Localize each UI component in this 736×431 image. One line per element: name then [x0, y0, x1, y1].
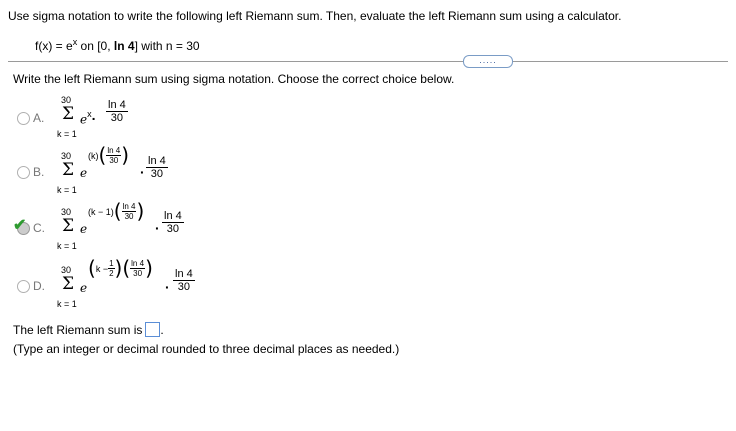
question-text: Use sigma notation to write the followin… [8, 9, 622, 23]
option-c-sigma: Σ [62, 216, 75, 236]
option-a-term: ex· [80, 109, 97, 127]
option-c-den: 30 [162, 222, 184, 235]
option-a-lower: k = 1 [57, 129, 77, 139]
fx-interval: on [0, [77, 39, 114, 53]
instruction-text: Write the left Riemann sum using sigma n… [13, 72, 455, 86]
option-d-label: D. [33, 279, 45, 293]
option-d-num: ln 4 [175, 268, 193, 280]
option-d-den: 30 [173, 280, 195, 293]
option-d-fraction: ln 4 30 [173, 268, 195, 293]
option-d-sigma: Σ [62, 274, 75, 294]
option-b-den: 30 [146, 167, 168, 180]
option-a-den: 30 [106, 111, 128, 124]
separator [8, 61, 728, 62]
option-a-label: A. [33, 111, 45, 125]
check-icon: ✔ [13, 217, 27, 234]
expand-button[interactable]: ..... [463, 55, 513, 68]
option-b-exponent: (k)(ln 4 30) [88, 143, 130, 167]
option-a-fraction: ln 4 30 [106, 99, 128, 124]
option-c-fraction: ln 4 30 [162, 210, 184, 235]
option-d-exp: k − [95, 264, 109, 275]
option-c-label: C. [33, 221, 45, 235]
option-b-radio[interactable] [17, 166, 30, 179]
answer-input[interactable] [145, 322, 161, 337]
fx-ln4: ln 4 [113, 39, 135, 53]
answer-row: The left Riemann sum is. [13, 322, 164, 337]
option-d-exponent: (k −1 2)(ln 4 30) [88, 256, 153, 280]
answer-label: The left Riemann sum is [13, 323, 143, 337]
option-b-label: B. [33, 165, 45, 179]
option-c-lower: k = 1 [57, 241, 77, 251]
option-b-lower: k = 1 [57, 185, 77, 195]
option-a-radio[interactable] [17, 112, 30, 125]
option-b-fraction: ln 4 30 [146, 155, 168, 180]
option-d-e: e [80, 281, 88, 295]
option-b-sigma: Σ [62, 160, 75, 180]
option-c-e: e [80, 222, 88, 236]
problem-function: f(x) = ex on [0, ln 4] with n = 30 [35, 37, 200, 53]
option-d-lower: k = 1 [57, 299, 77, 309]
option-a-num: ln 4 [108, 99, 126, 111]
option-c-exponent: (k − 1)(ln 4 30) [88, 199, 145, 223]
option-b-num: ln 4 [148, 155, 166, 167]
option-c-exp: (k − 1) [88, 207, 114, 218]
option-c-num: ln 4 [164, 210, 182, 222]
hint-text: (Type an integer or decimal rounded to t… [13, 342, 400, 356]
option-b-e: e [80, 166, 88, 180]
fx-n: ] with n = 30 [134, 39, 200, 53]
option-b-exp: (k) [88, 151, 99, 162]
option-a-sigma: Σ [62, 104, 75, 124]
option-d-radio[interactable] [17, 280, 30, 293]
fx-prefix: f(x) = e [35, 39, 73, 53]
